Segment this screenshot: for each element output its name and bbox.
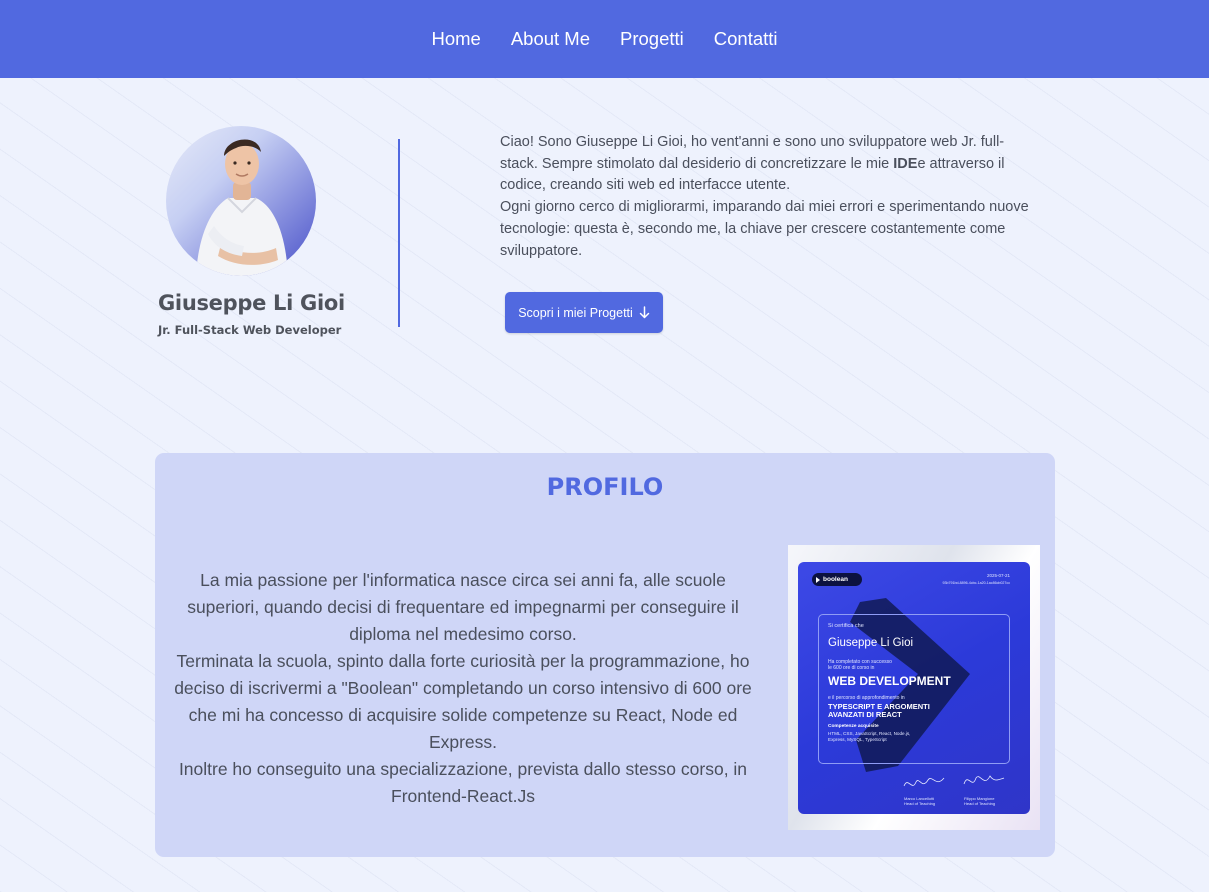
certificate-image: boolean 2025-07-21 93b791bd-8896-4cbc-1a…: [788, 545, 1040, 830]
nav-link-progetti[interactable]: Progetti: [620, 28, 684, 50]
discover-projects-button[interactable]: Scopri i miei Progetti: [505, 292, 663, 333]
nav-link-about-me[interactable]: About Me: [511, 28, 590, 50]
intro-paragraph-2: Ogni giorno cerco di migliorarmi, impara…: [500, 199, 1029, 259]
hero-section: Giuseppe Li Gioi Jr. Full-Stack Web Deve…: [0, 78, 1209, 453]
profile-card: PROFILO La mia passione per l'informatic…: [155, 453, 1055, 857]
cert-signer-2: Filippo Mangione Head of Teaching: [964, 796, 995, 806]
avatar: [166, 126, 316, 276]
avatar-photo: [196, 139, 288, 276]
cert-signatures: [903, 775, 1005, 787]
nav-link-home[interactable]: Home: [431, 28, 480, 50]
intro-paragraph-1: Ciao! Sono Giuseppe Li Gioi, ho vent'ann…: [500, 132, 1030, 197]
profile-title: PROFILO: [546, 473, 664, 501]
profile-paragraph-1: La mia passione per l'informatica nasce …: [187, 570, 739, 644]
certificate-card: boolean 2025-07-21 93b791bd-8896-4cbc-1a…: [798, 562, 1030, 814]
profile-text: La mia passione per l'informatica nasce …: [170, 567, 756, 810]
cert-signer-1-role: Head of Teaching: [904, 801, 936, 806]
intro-text: Ciao! Sono Giuseppe Li Gioi, ho vent'ann…: [500, 132, 1030, 262]
profile-paragraph-3: Inoltre ho conseguito una specializzazio…: [178, 759, 748, 806]
profile-paragraph-2: Terminata la scuola, spinto dalla forte …: [174, 651, 752, 752]
cert-signer-1: Marco Lancellotti Head of Teaching: [904, 796, 935, 806]
hero-name: Giuseppe Li Gioi: [158, 291, 345, 315]
vertical-divider: [398, 139, 400, 327]
arrow-down-icon: [639, 306, 650, 319]
intro-p1-bold: IDE: [893, 155, 918, 172]
nav-link-contatti[interactable]: Contatti: [714, 28, 778, 50]
cert-signer-2-role: Head of Teaching: [964, 801, 996, 806]
cta-label: Scopri i miei Progetti: [518, 305, 633, 320]
hero-role: Jr. Full-Stack Web Developer: [158, 323, 342, 337]
top-navbar: Home About Me Progetti Contatti: [0, 0, 1209, 78]
